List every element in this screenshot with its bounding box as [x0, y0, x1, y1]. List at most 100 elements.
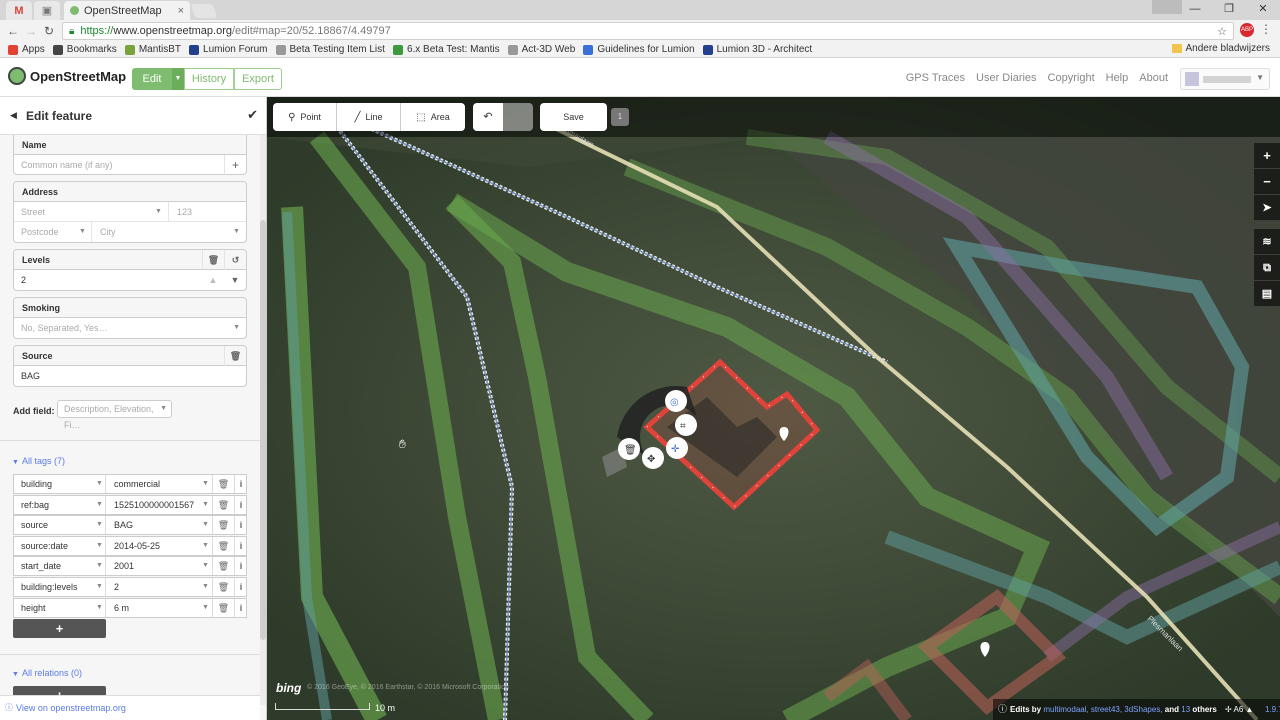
trash-icon[interactable]: 🗑︎: [213, 495, 235, 514]
bookmark-guidelines[interactable]: Guidelines for Lumion: [583, 44, 695, 55]
tag-value-input[interactable]: 1525100000001567: [107, 495, 213, 514]
link-user-diaries[interactable]: User Diaries: [976, 72, 1037, 84]
all-tags-toggle[interactable]: ▼ All tags (7): [12, 456, 65, 466]
user-menu[interactable]: ▼: [1180, 68, 1270, 90]
tag-value-input[interactable]: 2014-05-25: [107, 536, 213, 555]
tag-key-input[interactable]: source:date: [14, 536, 106, 555]
square-operation-button[interactable]: [675, 414, 697, 436]
back-arrow-icon[interactable]: ←: [4, 24, 22, 38]
smoking-combo[interactable]: No, Separated, Yes… ▼: [14, 318, 246, 338]
trash-icon[interactable]: 🗑︎: [202, 250, 224, 270]
trash-icon[interactable]: 🗑︎: [213, 516, 235, 535]
help-button[interactable]: ▤: [1254, 281, 1280, 307]
tab-pinned-2[interactable]: ▣: [34, 1, 60, 20]
bookmark-lumion-3d[interactable]: Lumion 3D - Architect: [702, 44, 812, 55]
all-relations-toggle[interactable]: ▼ All relations (0): [12, 668, 82, 678]
map-area[interactable]: Plesmanlaan Plesmanlaan 🗑︎ ✥ ✛ ⌗ ◎ ⚲ Poin…: [267, 97, 1280, 720]
levels-input[interactable]: 2 ▲ ▼: [14, 270, 246, 290]
edit-dropdown-icon[interactable]: ▼: [172, 68, 184, 90]
version-link[interactable]: 1.9.7: [1265, 699, 1280, 720]
name-input[interactable]: Common name (if any) +: [14, 155, 246, 175]
tag-value-input[interactable]: 2001: [107, 557, 213, 576]
add-area-button[interactable]: ⬚ Area: [401, 103, 465, 131]
info-icon[interactable]: i: [235, 578, 247, 596]
others-count-link[interactable]: 13: [1181, 705, 1190, 714]
add-localized-name-icon[interactable]: +: [224, 155, 246, 175]
close-window-button[interactable]: ✕: [1246, 0, 1280, 20]
bookmark-beta-testing[interactable]: Beta Testing Item List: [275, 44, 385, 55]
bookmark-mantisbt[interactable]: MantisBT: [124, 44, 181, 55]
sidebar-scrollbar[interactable]: [260, 135, 266, 705]
add-field-combo[interactable]: Description, Elevation, Fi… ▼: [57, 400, 172, 430]
add-line-button[interactable]: ╱ Line: [337, 103, 401, 131]
decrement-icon[interactable]: ▼: [224, 270, 246, 290]
undo-icon[interactable]: ↺: [224, 250, 246, 270]
tag-key-input[interactable]: ref:bag: [14, 495, 106, 514]
back-icon[interactable]: ◀: [10, 110, 17, 121]
scale-bar[interactable]: [275, 703, 370, 710]
tab-openstreetmap[interactable]: OpenStreetMap ×: [64, 1, 190, 20]
tag-key-input[interactable]: building:levels: [14, 578, 106, 596]
trash-icon[interactable]: 🗑︎: [213, 578, 235, 596]
link-about[interactable]: About: [1139, 72, 1168, 84]
osm-logo[interactable]: OpenStreetMap: [8, 67, 126, 85]
bookmark-lumion-forum[interactable]: Lumion Forum: [189, 44, 268, 55]
city-input[interactable]: City: [93, 222, 248, 242]
tag-value-input[interactable]: 6 m: [107, 598, 213, 617]
new-tab-button[interactable]: [190, 4, 218, 18]
info-icon[interactable]: i: [235, 537, 247, 555]
redo-button[interactable]: [503, 103, 533, 131]
link-copyright[interactable]: Copyright: [1048, 72, 1095, 84]
add-point-button[interactable]: ⚲ Point: [273, 103, 337, 131]
restore-button[interactable]: ❐: [1212, 0, 1246, 20]
undo-button[interactable]: ↶: [473, 103, 503, 131]
close-tab-icon[interactable]: ×: [178, 5, 184, 17]
housenumber-input[interactable]: 123: [170, 202, 248, 222]
info-icon[interactable]: i: [235, 599, 247, 617]
tag-value-input[interactable]: commercial: [107, 475, 213, 493]
tab-gmail[interactable]: M: [6, 1, 32, 20]
background-settings-button[interactable]: ≋: [1254, 229, 1280, 255]
trash-icon[interactable]: 🗑︎: [224, 346, 246, 366]
add-tag-button[interactable]: +: [13, 619, 106, 638]
adblock-extension-icon[interactable]: ABP: [1240, 23, 1254, 37]
reload-icon[interactable]: ↻: [40, 24, 58, 38]
checkmark-icon[interactable]: ✔: [247, 107, 258, 123]
view-on-osm-link[interactable]: ⓘ View on openstreetmap.org: [0, 695, 260, 720]
minimize-button[interactable]: —: [1178, 0, 1212, 20]
trash-icon[interactable]: 🗑︎: [213, 598, 235, 617]
map-canvas[interactable]: Plesmanlaan Plesmanlaan 🗑︎ ✥ ✛ ⌗ ◎: [267, 97, 1280, 720]
geolocate-button[interactable]: ➤: [1254, 195, 1280, 221]
info-icon[interactable]: i: [235, 516, 247, 534]
tag-value-input[interactable]: 2: [107, 578, 213, 596]
info-icon[interactable]: i: [235, 496, 247, 514]
scrollbar-thumb[interactable]: [260, 220, 266, 640]
edit-button[interactable]: Edit: [132, 68, 172, 90]
trash-icon[interactable]: 🗑︎: [213, 557, 235, 576]
zoom-out-button[interactable]: −: [1254, 169, 1280, 195]
map-data-button[interactable]: ⧉: [1254, 255, 1280, 281]
history-button[interactable]: History: [184, 68, 234, 90]
source-input[interactable]: BAG: [14, 366, 246, 386]
link-help[interactable]: Help: [1106, 72, 1129, 84]
save-button[interactable]: Save: [540, 103, 607, 131]
tag-value-input[interactable]: BAG: [107, 516, 213, 535]
tag-key-input[interactable]: source: [14, 516, 106, 535]
address-bar[interactable]: 🔒︎ https://www.openstreetmap.org/edit#ma…: [62, 22, 1234, 40]
info-icon[interactable]: i: [235, 475, 247, 493]
bookmark-act3d[interactable]: Act-3D Web: [507, 44, 575, 55]
tag-key-input[interactable]: start_date: [14, 557, 106, 576]
export-button[interactable]: Export: [234, 68, 282, 90]
other-bookmarks[interactable]: Andere bladwijzers: [1171, 43, 1270, 54]
bookmark-bookmarks[interactable]: Bookmarks: [52, 44, 117, 55]
increment-icon[interactable]: ▲: [202, 270, 224, 290]
imagery-info[interactable]: ✢ A6 ▲: [1225, 699, 1253, 720]
bookmark-star-icon[interactable]: ☆: [1217, 25, 1227, 38]
street-input[interactable]: Street: [14, 202, 169, 222]
editor-links[interactable]: multimodaal, street43, 3dShapes,: [1043, 705, 1162, 714]
browser-menu-icon[interactable]: ⋮: [1260, 22, 1272, 36]
info-icon[interactable]: i: [235, 557, 247, 575]
trash-icon[interactable]: 🗑︎: [213, 475, 235, 493]
tag-key-input[interactable]: height: [14, 598, 106, 617]
link-gps-traces[interactable]: GPS Traces: [906, 72, 965, 84]
